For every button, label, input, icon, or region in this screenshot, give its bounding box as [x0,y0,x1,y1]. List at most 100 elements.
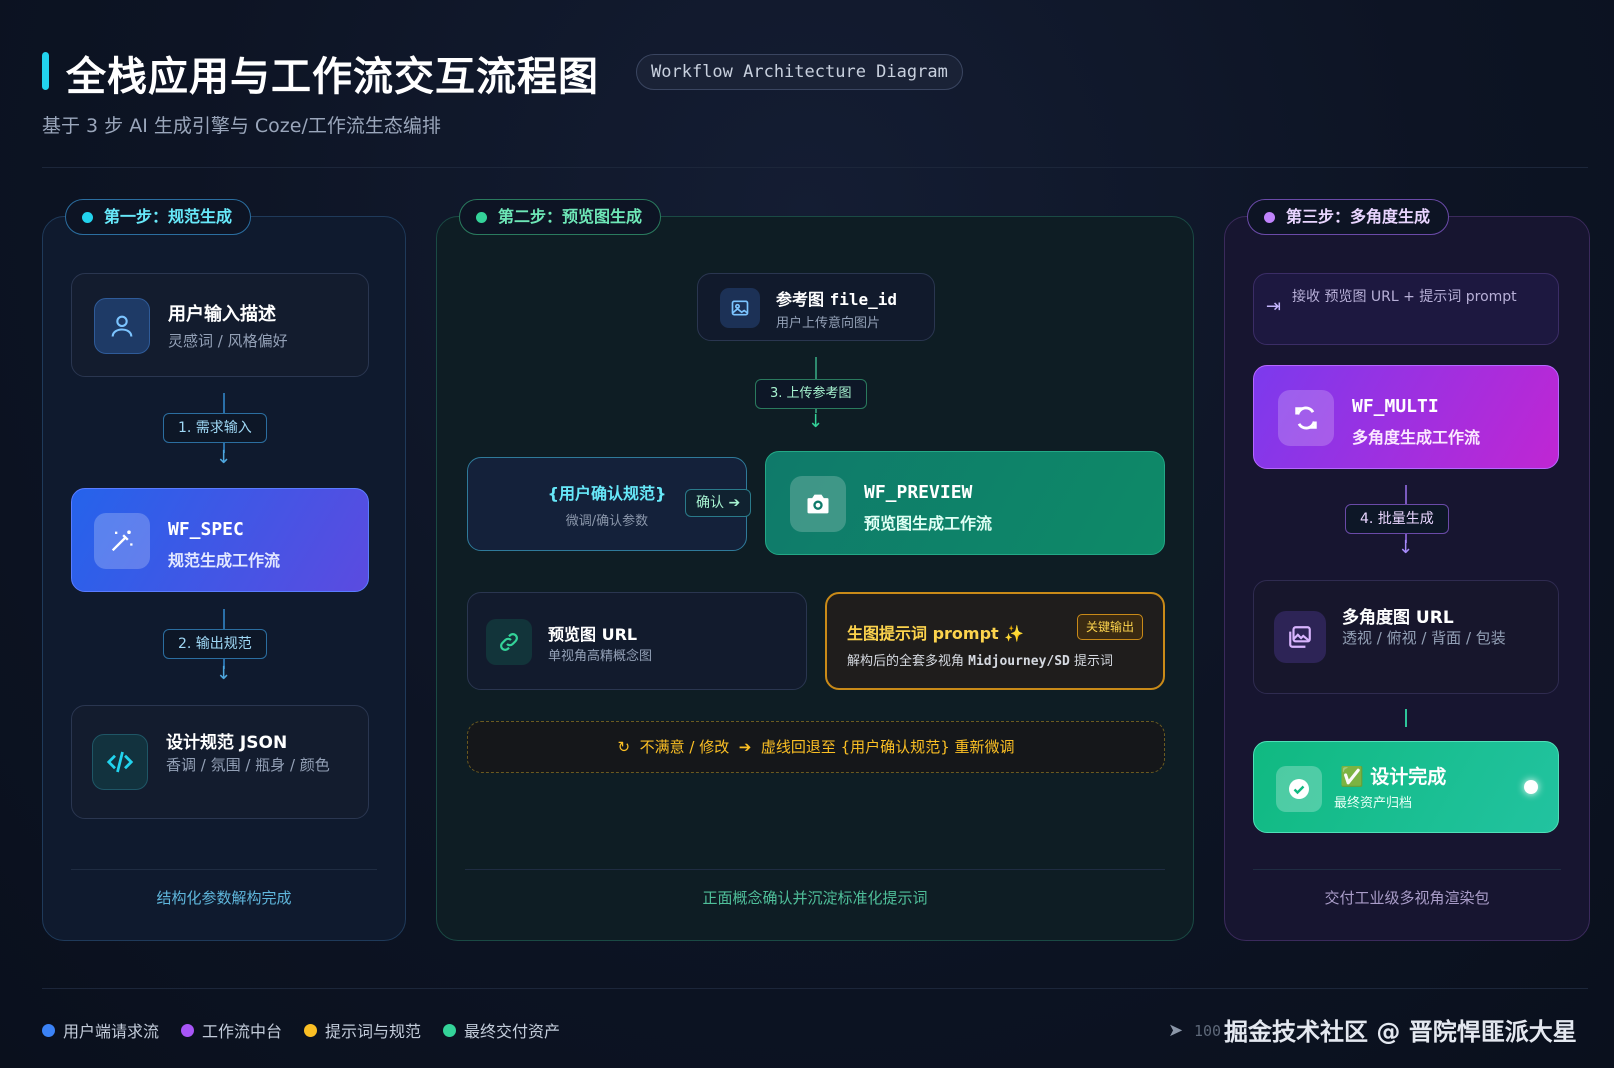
edge3-label: 3. 上传参考图 [755,379,867,409]
wf-multi-subtitle: 多角度生成工作流 [1352,428,1481,447]
multi-angle-url-card[interactable]: 多角度图 URL 透视 / 俯视 / 背面 / 包装 [1253,580,1559,694]
user-icon [94,298,150,354]
watermark-number: 100 [1194,1022,1222,1040]
edge2-arrowhead: ↓ [216,663,232,684]
undo-icon: ↻ [617,738,631,756]
send-icon: ➤ [1168,1020,1184,1041]
step1-label-text: 第一步：规范生成 [104,207,233,226]
status-glow-dot [1524,780,1538,794]
legend-item-workflow: 工作流中台 [181,1018,282,1042]
user-input-title: 用户输入描述 [168,304,276,325]
step1-dot [82,212,93,223]
legend-dot-green [443,1023,457,1037]
design-json-subtitle: 香调 / 氛围 / 瓶身 / 颜色 [166,756,330,774]
design-complete-title-text: 设计完成 [1370,766,1447,788]
title-badge: Workflow Architecture Diagram [636,54,963,90]
wf-preview-subtitle: 预览图生成工作流 [864,514,993,533]
step3-footer: 交付工业级多视角渲染包 [1324,889,1490,907]
step1-label: 第一步：规范生成 [65,199,252,235]
legend-label: 提示词与规范 [325,1022,422,1041]
page-title: 全栈应用与工作流交互流程图 [66,54,599,100]
edge3-arrowhead: ↓ [808,411,824,432]
step3-divider [1253,869,1561,870]
wf-spec-subtitle: 规范生成工作流 [168,551,281,570]
multi-angle-url-title: 多角度图 URL [1342,608,1454,628]
multi-angle-url-subtitle: 透视 / 俯视 / 背面 / 包装 [1342,629,1506,647]
edge4-arrowhead: ↓ [1398,537,1414,558]
step1-divider [71,869,377,870]
page-subtitle: 基于 3 步 AI 生成引擎与 Coze/工作流生态编排 [42,115,441,137]
preview-url-subtitle: 单视角高精概念图 [548,649,653,664]
login-arrow-icon: ⇥ [1266,296,1282,317]
legend-label: 工作流中台 [202,1022,283,1041]
legend: 用户端请求流 工作流中台 提示词与规范 最终交付资产 [42,1018,560,1042]
retry-text-row: ↻ 不满意 / 修改 ➔ 虚线回退至 {用户确认规范} 重新微调 [468,736,1164,757]
code-icon [92,734,148,790]
title-accent-bar [42,52,49,90]
legend-label: 最终交付资产 [464,1022,561,1041]
edge2-label: 2. 输出规范 [163,629,267,659]
legend-dot-purple [181,1023,195,1037]
step1-panel: 第一步：规范生成 用户输入描述 灵感词 / 风格偏好 1. 需求输入 ↓ WF_… [42,199,406,941]
step3-panel: 第三步：多角度生成 ⇥ 接收 预览图 URL + 提示词 prompt WF_M… [1224,199,1590,941]
design-json-card[interactable]: 设计规范 JSON 香调 / 氛围 / 瓶身 / 颜色 [71,705,369,819]
retry-text-b: 虚线回退至 {用户确认规范} 重新微调 [760,738,1015,756]
wf-spec-title: WF_SPEC [168,519,244,540]
wf-multi-title: WF_MULTI [1352,396,1439,417]
step3-dot [1264,212,1275,223]
design-json-title: 设计规范 JSON [166,733,288,753]
prompt-card[interactable]: 生图提示词 prompt ✨ 关键输出 解构后的全套多视角 Midjourney… [825,592,1165,690]
prompt-subtitle-b: 提示词 [1069,654,1114,669]
reference-image-title-code: file_id [829,290,898,309]
reference-image-title: 参考图 file_id [776,286,897,310]
magic-wand-icon [94,513,150,569]
step2-panel: 第二步：预览图生成 参考图 file_id 用户上传意向图片 3. 上传参考图 … [436,199,1194,941]
user-input-card[interactable]: 用户输入描述 灵感词 / 风格偏好 [71,273,369,377]
receive-input-text: 接收 预览图 URL + 提示词 prompt [1292,289,1517,305]
legend-item-delivery: 最终交付资产 [443,1018,560,1042]
receive-input-card[interactable]: ⇥ 接收 预览图 URL + 提示词 prompt [1253,273,1559,345]
refresh-icon [1278,390,1334,446]
prompt-subtitle-a: 解构后的全套多视角 [847,654,969,669]
edge1-label: 1. 需求输入 [163,413,267,443]
design-complete-card[interactable]: ✅ 设计完成 最终资产归档 [1253,741,1559,833]
legend-item-prompt: 提示词与规范 [304,1018,421,1042]
prompt-subtitle-code: Midjourney/SD [968,654,1070,669]
wf-preview-title: WF_PREVIEW [864,482,973,503]
user-input-subtitle: 灵感词 / 风格偏好 [168,332,288,350]
wf-spec-card[interactable]: WF_SPEC 规范生成工作流 [71,488,369,592]
reference-image-card[interactable]: 参考图 file_id 用户上传意向图片 [697,273,935,341]
prompt-title-text: 生图提示词 prompt [847,624,999,643]
images-icon [1274,611,1326,663]
confirm-edge-label: 确认 ➔ [685,489,752,517]
preview-url-title: 预览图 URL [548,625,638,644]
legend-label: 用户端请求流 [63,1022,160,1041]
prompt-subtitle: 解构后的全套多视角 Midjourney/SD 提示词 [847,650,1113,669]
watermark: 掘金技术社区 @ 晋院悍匪派大星 [1224,1018,1577,1046]
check-mark-icon: ✅ [1340,766,1364,788]
camera-icon [790,476,846,532]
preview-url-card[interactable]: 预览图 URL 单视角高精概念图 [467,592,807,690]
image-icon [720,288,760,328]
wf-multi-card[interactable]: WF_MULTI 多角度生成工作流 [1253,365,1559,469]
retry-loop-note: ↻ 不满意 / 修改 ➔ 虚线回退至 {用户确认规范} 重新微调 [467,721,1165,773]
header-divider [42,167,1588,168]
step2-dot [476,212,487,223]
step3-label-text: 第三步：多角度生成 [1286,207,1431,226]
retry-arrow-icon: ➔ [738,738,752,756]
step2-label: 第二步：预览图生成 [459,199,662,235]
reference-image-title-text: 参考图 [776,290,830,309]
reference-image-subtitle: 用户上传意向图片 [776,316,881,331]
design-complete-title: ✅ 设计完成 [1340,762,1446,789]
link-icon [486,619,532,665]
check-circle-icon [1276,766,1322,812]
wf-preview-card[interactable]: WF_PREVIEW 预览图生成工作流 [765,451,1165,555]
step3-label: 第三步：多角度生成 [1247,199,1450,235]
footer-divider [42,988,1588,989]
step2-footer: 正面概念确认并沉淀标准化提示词 [702,889,928,907]
retry-text-a: 不满意 / 修改 [639,738,730,756]
design-complete-subtitle: 最终资产归档 [1334,796,1413,811]
legend-item-user-request: 用户端请求流 [42,1018,159,1042]
step1-footer: 结构化参数解构完成 [156,889,292,907]
key-output-badge: 关键输出 [1076,614,1143,640]
